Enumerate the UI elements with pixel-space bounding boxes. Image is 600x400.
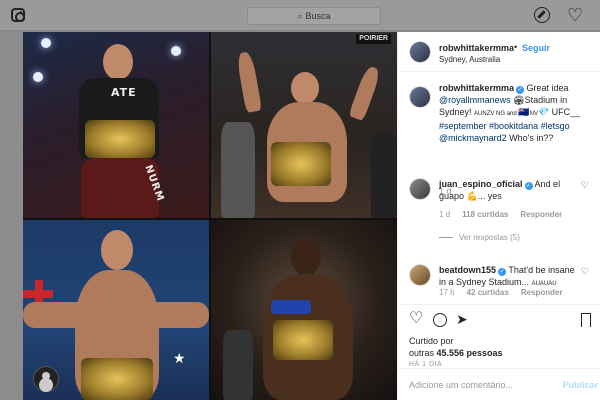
comment-username[interactable]: beatdown155 xyxy=(439,265,496,275)
hashtag-link[interactable]: #september xyxy=(439,121,487,131)
caption-segment: NV xyxy=(529,111,538,117)
verified-badge-icon: ✓ xyxy=(498,268,507,276)
view-replies-label: Ver respostas (5) xyxy=(459,233,520,242)
comment-bubble-icon[interactable] xyxy=(433,313,447,327)
verified-badge-icon: ✓ xyxy=(524,182,533,190)
photo-whittaker: ★ ★ xyxy=(23,220,209,400)
search-icon: ⌕ xyxy=(297,10,303,21)
photo-khabib: ATE NURM xyxy=(23,32,209,218)
photo-adesanya xyxy=(211,220,397,400)
author-username[interactable]: robwhittakermma xyxy=(439,43,514,53)
caption-text: robwhittakermma ✓ Great idea @royallmmane… xyxy=(439,82,591,144)
post-details-panel: robwhittakermma • Seguir Sydney, Austral… xyxy=(397,32,600,400)
fighter-arm xyxy=(235,51,263,113)
caption-segment: AUNZV xyxy=(474,111,495,117)
reply-button[interactable]: Responder xyxy=(520,210,562,219)
share-plane-icon[interactable]: ➤ xyxy=(456,311,468,327)
avatar[interactable] xyxy=(409,41,431,63)
follow-button[interactable]: Seguir xyxy=(522,43,550,53)
comment-text: juan_espino_oficial ✓ And el guapo 💪... y… xyxy=(439,178,579,202)
post-image[interactable]: ATE NURM POIRIER ★ ★ xyxy=(23,32,397,400)
fighter-head xyxy=(291,238,321,276)
championship-belt xyxy=(271,142,331,186)
caption-username[interactable]: robwhittakermma xyxy=(439,83,514,93)
liked-by-summary: Curtido por outras 45.556 pessoas xyxy=(409,335,503,359)
instagram-logo-icon[interactable] xyxy=(11,8,25,22)
hashtag-link[interactable]: #bookitdana xyxy=(489,121,538,131)
avatar[interactable] xyxy=(409,86,431,108)
post-header: robwhittakermma • Seguir Sydney, Austral… xyxy=(398,32,600,72)
fighter-head xyxy=(291,72,319,104)
championship-belt xyxy=(81,358,153,400)
comment-text: beatdown155 ✓ That'd be insane in a Sydne… xyxy=(439,264,579,290)
comment-meta: 1 d 118 curtidas Responder xyxy=(439,210,562,219)
location-link[interactable]: Sydney, Australia xyxy=(439,55,500,64)
shirt-text: ATE xyxy=(111,86,137,99)
avatar[interactable] xyxy=(409,178,431,200)
explore-compass-icon[interactable] xyxy=(534,7,550,23)
separator-dot: • xyxy=(514,42,518,52)
caption-segment: Great idea xyxy=(524,83,569,93)
mention-link[interactable]: @royallmmanews xyxy=(439,95,511,105)
fighter-head xyxy=(103,44,133,80)
comment-input[interactable]: Adicione um comentário... xyxy=(409,380,513,390)
save-bookmark-icon[interactable] xyxy=(581,313,591,327)
comment-time: 17 h xyxy=(439,288,455,297)
crowd-figure xyxy=(223,330,253,400)
likes-count[interactable]: 45.556 pessoas xyxy=(437,348,503,358)
publish-button[interactable]: Publicar xyxy=(562,380,598,390)
post-age: HÁ 1 DIA xyxy=(409,361,443,368)
tagged-users-icon[interactable] xyxy=(33,366,59,392)
championship-belt xyxy=(273,320,333,360)
replies-line xyxy=(439,237,453,238)
avatar[interactable] xyxy=(409,264,431,286)
fighter-glove xyxy=(271,300,311,314)
flag-star-icon: ★ xyxy=(173,350,186,366)
comment-time: 1 d xyxy=(439,210,451,219)
activity-heart-icon[interactable]: ♡ xyxy=(567,6,583,24)
comment-likes[interactable]: 42 curtidas xyxy=(467,288,509,297)
fighter-head xyxy=(101,230,133,270)
caption-segment: 🇳🇿 xyxy=(518,107,530,117)
liked-by-label: Curtido por xyxy=(409,336,454,346)
verified-badge-icon: ✓ xyxy=(516,86,525,94)
comment-username[interactable]: juan_espino_oficial xyxy=(439,179,523,189)
crowd-figure xyxy=(371,132,397,218)
hashtag-link[interactable]: #letsgo xyxy=(541,121,570,131)
comment-meta: 17 h 42 curtidas Responder xyxy=(439,288,563,297)
add-comment-bar: Adicione um comentário... Publicar xyxy=(398,368,600,400)
like-heart-icon[interactable]: ♡ xyxy=(409,311,423,327)
stage-light xyxy=(41,38,51,48)
liked-by-others-label: outras xyxy=(409,348,437,358)
poirier-sign: POIRIER xyxy=(356,34,391,44)
fighter-arm xyxy=(348,64,382,122)
stage-light xyxy=(33,72,43,82)
caption-segment: Who's in?? xyxy=(506,133,554,143)
comment-like-heart-icon[interactable]: ♡ xyxy=(581,180,589,191)
mention-link[interactable]: @mickmaynard2 xyxy=(439,133,507,143)
reply-button[interactable]: Responder xyxy=(521,288,563,297)
comment-body-suffix: AUAUAU xyxy=(531,281,557,287)
stage-light xyxy=(171,46,181,56)
championship-belt xyxy=(85,120,155,158)
photo-poirier: POIRIER xyxy=(211,32,397,218)
comment-like-heart-icon[interactable]: ♡ xyxy=(581,266,589,277)
top-navigation-bar: ⌕ Busca ♡ xyxy=(0,0,600,31)
caption-segment: 💎 UFC__ xyxy=(537,107,581,117)
view-replies-button[interactable]: Ver respostas (5) xyxy=(439,233,520,242)
comment-likes[interactable]: 118 curtidas xyxy=(462,210,508,219)
search-placeholder: Busca xyxy=(305,11,331,21)
search-input[interactable]: ⌕ Busca xyxy=(247,7,381,25)
referee-figure xyxy=(221,122,255,218)
caption-segment: NG and xyxy=(494,111,519,117)
